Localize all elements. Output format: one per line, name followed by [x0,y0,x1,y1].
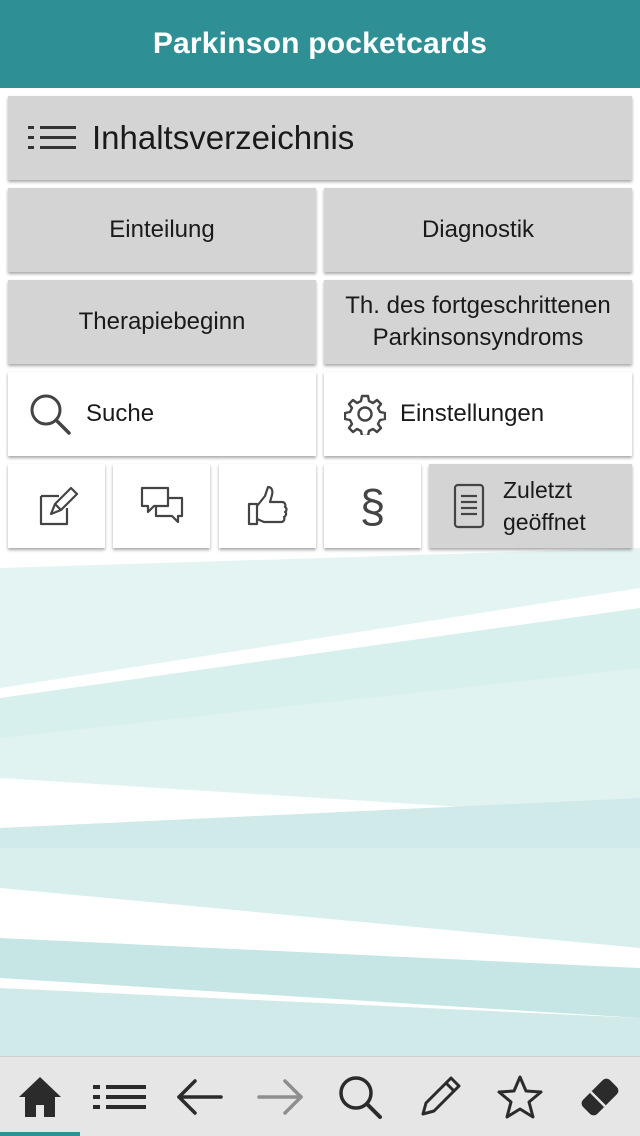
settings-label: Einstellungen [400,400,545,427]
eraser-icon [577,1074,623,1120]
toc-label: Inhaltsverzeichnis [92,119,355,156]
app-header: Parkinson pocketcards [0,0,640,88]
document-icon [453,483,485,529]
gear-icon [344,393,386,435]
tab-favorites[interactable] [480,1057,560,1136]
background-waves [0,548,640,1058]
tab-back[interactable] [160,1057,240,1136]
recent-label: Zuletzt geöffnet [503,474,586,538]
feedback-button[interactable] [113,464,210,548]
paragraph-icon: § [359,480,386,532]
pencil-icon [417,1074,463,1120]
list-icon [26,123,78,153]
recent-label-line2: geöffnet [503,509,586,535]
diagnostik-button[interactable]: Diagnostik [324,188,632,272]
tab-toc[interactable] [80,1057,160,1136]
recent-button[interactable]: Zuletzt geöffnet [429,464,632,548]
notes-button[interactable] [8,464,105,548]
edit-note-icon [35,484,79,528]
tab-forward[interactable] [240,1057,320,1136]
thumbs-up-icon [246,484,290,528]
star-icon [496,1074,544,1120]
search-button[interactable]: Suche [8,372,316,456]
arrow-right-icon [255,1077,305,1117]
einteilung-button[interactable]: Einteilung [8,188,316,272]
toc-button[interactable]: Inhaltsverzeichnis [8,96,632,180]
therapiebeginn-label: Therapiebeginn [78,308,246,335]
einteilung-label: Einteilung [109,216,215,243]
app-title: Parkinson pocketcards [152,27,488,60]
therapiebeginn-button[interactable]: Therapiebeginn [8,280,316,364]
fortgeschritten-button[interactable]: Th. des fortgeschrittenen Parkinsonsyndr… [324,280,632,364]
tab-clear[interactable] [560,1057,640,1136]
legal-button[interactable]: § [324,464,421,548]
fortgeschritten-label-line1: Th. des fortgeschrittenen [345,292,611,319]
chat-bubbles-icon [139,484,185,528]
recent-label-line1: Zuletzt [503,477,573,503]
tab-search[interactable] [320,1057,400,1136]
diagnostik-label: Diagnostik [421,216,535,243]
search-icon [28,392,72,436]
tab-home[interactable] [0,1057,80,1136]
tab-notes[interactable] [400,1057,480,1136]
bottom-tabbar [0,1056,640,1136]
home-icon [16,1073,64,1121]
fortgeschritten-label-line2: Parkinsonsyndroms [372,324,584,351]
arrow-left-icon [175,1077,225,1117]
rate-button[interactable] [219,464,316,548]
settings-button[interactable]: Einstellungen [324,372,632,456]
search-icon [337,1074,383,1120]
search-label: Suche [86,400,155,427]
list-icon [92,1082,148,1112]
